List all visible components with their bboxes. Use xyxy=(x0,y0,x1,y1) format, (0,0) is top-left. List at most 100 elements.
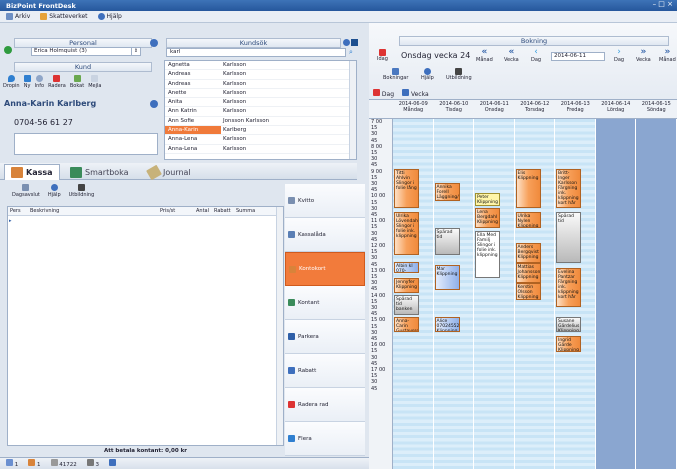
calendar-grid[interactable]: 7 00 15 30 45 8 00 15 30 45 9 00 15 30 45 10 00 15 30 4… xyxy=(369,118,677,469)
side-button-radera-rad[interactable]: Radera rad xyxy=(285,388,365,422)
help-icon[interactable] xyxy=(150,39,158,47)
menu-hjalp[interactable]: Hjälp xyxy=(97,13,122,20)
customer-row[interactable]: Ann Katrin Karlsson xyxy=(165,107,356,117)
booking-event[interactable]: Lena Bergdahl Klippning xyxy=(475,208,501,229)
day-header[interactable]: 2014-06-11 Onsdag xyxy=(474,101,515,113)
booking-event[interactable]: Evelina Pantzar Färgning ink. klippning … xyxy=(556,267,582,308)
day-close-button[interactable]: Dagsavslut xyxy=(12,184,40,198)
training-button[interactable]: Utbildning xyxy=(69,184,94,198)
booking-event[interactable]: Ingrid Gärde Klippning xyxy=(556,336,582,353)
customer-row[interactable]: Anita Karlsson xyxy=(165,98,356,108)
customer-row[interactable]: Agnetta Karlsson xyxy=(165,61,356,71)
dropin-button[interactable]: Dropin xyxy=(3,75,20,95)
delete-customer-button[interactable]: Radera xyxy=(48,75,66,95)
customer-row[interactable]: Anna-Lena Karlsson xyxy=(165,135,356,145)
day-header[interactable]: 2014-06-09 Måndag xyxy=(393,101,434,113)
customer-row[interactable]: Andreas Karlsson xyxy=(165,80,356,89)
side-button-flera[interactable]: Flera xyxy=(285,422,365,456)
date-input[interactable]: 2014-06-11 xyxy=(551,52,605,61)
side-button-kvitto[interactable]: Kvitto xyxy=(285,184,365,218)
booking-event[interactable]: Britt-Inger Karlsson Färgning ink. klipp… xyxy=(556,168,582,209)
booking-event[interactable]: Annika Forell Läggning/Styling Kort xyxy=(434,183,460,201)
day-header[interactable]: 2014-06-12 Torsdag xyxy=(515,101,556,113)
info-button[interactable]: Info xyxy=(35,75,44,95)
booking-event[interactable]: Albin kl 070-791066 xyxy=(394,261,420,273)
help-button[interactable]: Hjälp xyxy=(48,184,61,198)
booking-event[interactable]: Ulrika Lövendahl Slingor i folie ink. kl… xyxy=(394,212,420,256)
side-button-kontant[interactable]: Kontant xyxy=(285,286,365,320)
booked-button[interactable]: Bokat xyxy=(70,75,84,95)
tab-week-view[interactable]: Vecka xyxy=(402,89,429,98)
side-button-rabatt[interactable]: Rabatt xyxy=(285,354,365,388)
settings-icon[interactable] xyxy=(351,39,358,46)
day-icon xyxy=(373,89,380,96)
customer-search-input[interactable]: karl xyxy=(166,48,346,57)
day-column[interactable] xyxy=(636,119,676,469)
booking-event[interactable]: Spärad tid xyxy=(434,228,460,256)
window-controls[interactable]: – □ × xyxy=(653,0,673,8)
next-month-button[interactable]: » Månad xyxy=(659,47,676,63)
tab-journal[interactable]: Journal xyxy=(142,164,197,180)
kund-header: Kund xyxy=(14,62,152,72)
booking-event[interactable]: Peter Klippning xyxy=(475,193,501,206)
booking-event[interactable]: Ella Med Familj Slingor i folie ink. kli… xyxy=(475,230,501,278)
personal-select[interactable]: Erica Holmquist (3) xyxy=(31,47,139,56)
tab-day-view[interactable]: Dag xyxy=(373,89,394,98)
booking-help-button[interactable]: Hjälp xyxy=(421,68,434,81)
booking-event[interactable]: Mattias Johansson Klippning xyxy=(515,262,541,283)
customer-row[interactable]: Ann Sofie Jonsson Karlsson xyxy=(165,117,356,127)
booking-event[interactable]: Titti Ahlvin Slingor i folie lång xyxy=(394,168,420,209)
training-icon xyxy=(77,184,85,191)
day-header[interactable]: 2014-06-13 Fredag xyxy=(555,101,596,113)
day-column[interactable] xyxy=(474,119,514,469)
booking-event[interactable]: Kerstin Olsson Klippning xyxy=(515,282,541,301)
receipt-table[interactable]: Pers Beskrivning Pris/st Antal Rabatt Su… xyxy=(7,206,284,446)
day-header[interactable]: 2014-06-10 Tisdag xyxy=(434,101,475,113)
customer-row[interactable]: Andreas Karlsson xyxy=(165,70,356,80)
booking-event[interactable]: Anders Bergqvist Klippning xyxy=(515,243,541,263)
prev-day-button[interactable]: ‹ Dag xyxy=(531,47,541,63)
menu-arkiv[interactable]: Arkiv xyxy=(6,13,30,20)
customer-row[interactable]: Anna-Lena Karlsson xyxy=(165,145,356,154)
help-icon[interactable] xyxy=(343,39,350,46)
tab-kassa[interactable]: Kassa xyxy=(4,164,60,180)
email-button[interactable]: Mejla xyxy=(88,75,101,95)
day-header[interactable]: 2014-06-15 Söndag xyxy=(636,101,677,113)
next-week-button[interactable]: » Vecka xyxy=(636,47,651,63)
customer-notes[interactable] xyxy=(14,133,158,155)
side-button-kontokort[interactable]: Kontokort xyxy=(285,252,365,286)
customer-list-scrollbar[interactable] xyxy=(349,61,356,159)
day-column[interactable] xyxy=(433,119,473,469)
day-header[interactable]: 2014-06-14 Lördag xyxy=(596,101,637,113)
customer-row[interactable]: Anna-Karin Karlberg xyxy=(165,126,356,136)
customer-row[interactable]: Anette Karlsson xyxy=(165,89,356,99)
next-day-button[interactable]: › Dag xyxy=(614,47,624,63)
receipt-scrollbar[interactable] xyxy=(276,207,283,445)
booking-event[interactable]: Ulrika Nylen Klippning xyxy=(515,212,541,229)
booking-event[interactable]: Mar Klippning xyxy=(434,265,460,291)
booking-event[interactable]: Spärad tid banken xyxy=(394,295,420,315)
booking-training-button[interactable]: Utbildning xyxy=(446,68,472,81)
booking-event[interactable]: Alice 070245525 Klippning xyxy=(434,317,460,333)
prev-week-button[interactable]: «Vecka xyxy=(504,47,519,63)
side-button-parkera[interactable]: Parkera xyxy=(285,320,365,354)
today-button[interactable]: Idag xyxy=(377,49,388,62)
time-label: 30 xyxy=(371,354,378,361)
booking-event[interactable]: Spärad tid xyxy=(556,212,582,263)
booking-event[interactable]: Elis Klippning xyxy=(515,168,541,209)
booking-event[interactable]: Susane Gärdelius Klippning xyxy=(556,317,582,333)
help-icon[interactable] xyxy=(150,100,158,108)
booking-event[interactable]: Anna-Carin Gustavsson Klippning xyxy=(394,317,420,333)
training-icon xyxy=(455,68,463,75)
tab-smartboka[interactable]: Smartboka xyxy=(64,164,135,180)
prev-month-button[interactable]: «Månad xyxy=(476,47,493,63)
personal-spin-icon[interactable]: ⇕ xyxy=(131,47,141,56)
col-rabatt: Rabatt xyxy=(214,208,231,214)
bookings-button[interactable]: Bokningar xyxy=(383,68,408,81)
side-button-kassalåda[interactable]: Kassalåda xyxy=(285,218,365,252)
day-column[interactable] xyxy=(595,119,635,469)
booking-event[interactable]: Jennyfer Klippning xyxy=(394,277,420,293)
menu-skatteverket[interactable]: Skatteverket xyxy=(40,13,88,20)
search-icon[interactable]: ⌕ xyxy=(349,48,356,56)
new-customer-button[interactable]: Ny xyxy=(23,75,31,95)
